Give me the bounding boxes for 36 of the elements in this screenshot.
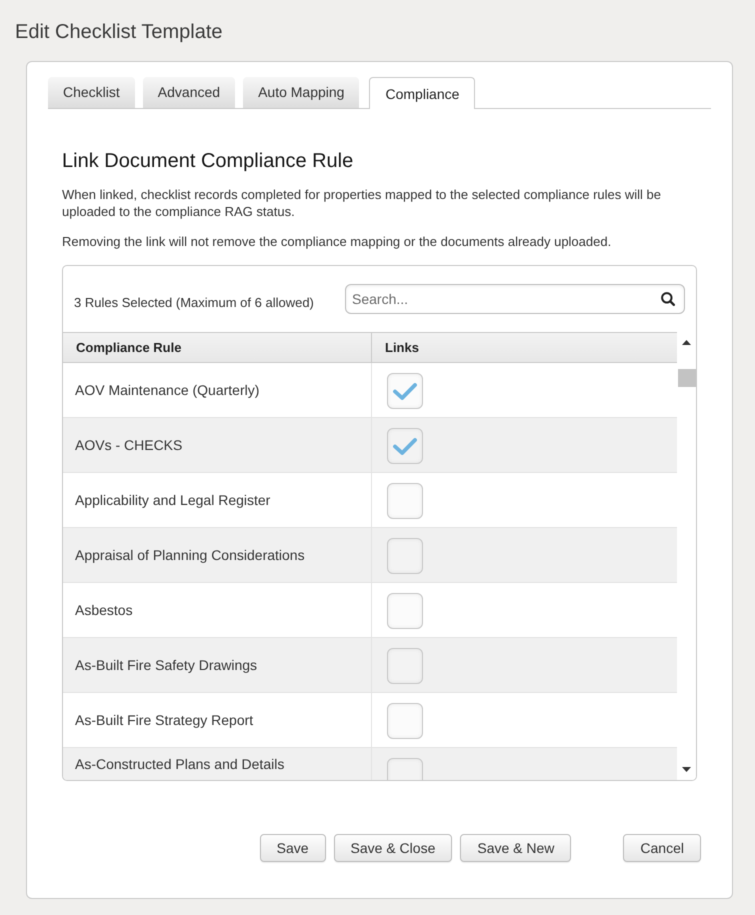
table-cell-text: Asbestos: [74, 600, 134, 620]
tab[interactable]: Checklist: [48, 77, 135, 108]
checkbox[interactable]: [387, 428, 423, 464]
tab[interactable]: Advanced: [142, 77, 236, 108]
table-cell-text: AOV Maintenance (Quarterly): [74, 380, 260, 400]
checkbox[interactable]: [387, 373, 423, 409]
checkmark-icon: [393, 382, 417, 400]
page-title: Edit Checklist Template: [15, 21, 222, 43]
section-heading: Link Document Compliance Rule: [62, 149, 354, 173]
table-cell-text: As-Built Fire Strategy Report: [74, 710, 254, 730]
search-icon[interactable]: [661, 292, 675, 306]
table-cell-text: As-Built Fire Safety Drawings: [74, 656, 258, 675]
checkmark-icon: [393, 438, 417, 454]
cancel-button[interactable]: Cancel: [623, 834, 701, 862]
tab[interactable]: Compliance: [369, 77, 476, 109]
checkbox[interactable]: [387, 648, 423, 684]
table-cell-text: As-Constructed Plans and Details: [74, 754, 286, 774]
search-field[interactable]: Search...: [345, 284, 685, 314]
scrollbar-thumb[interactable]: [678, 369, 696, 387]
description-text: Removing the link will not remove the compliance mapping or the documents already uploaded.: [62, 233, 612, 250]
table-cell-text: Appraisal of Planning Considerations: [74, 546, 306, 565]
selection-summary: 3 Rules Selected (Maximum of 6 allowed): [74, 294, 314, 310]
table-cell-text: AOVs - CHECKS: [74, 436, 184, 454]
description-text: When linked, checklist records completed for properties mapped to the selected compliance rules will be uploaded to the compliance RAG status.: [62, 186, 662, 220]
caret-up-icon[interactable]: [682, 340, 691, 345]
action-button[interactable]: Save & Close: [334, 834, 452, 862]
action-button[interactable]: Save & New: [460, 834, 572, 862]
table-cell-text: Applicability and Legal Register: [74, 490, 272, 510]
checkbox[interactable]: [387, 538, 423, 574]
checkbox[interactable]: [387, 593, 423, 629]
caret-down-icon[interactable]: [682, 767, 691, 772]
column-header: Compliance Rule: [75, 339, 182, 357]
checkbox[interactable]: [387, 483, 423, 519]
action-button[interactable]: Save: [260, 834, 326, 862]
checkbox[interactable]: [387, 703, 423, 739]
tab[interactable]: Auto Mapping: [243, 77, 360, 108]
